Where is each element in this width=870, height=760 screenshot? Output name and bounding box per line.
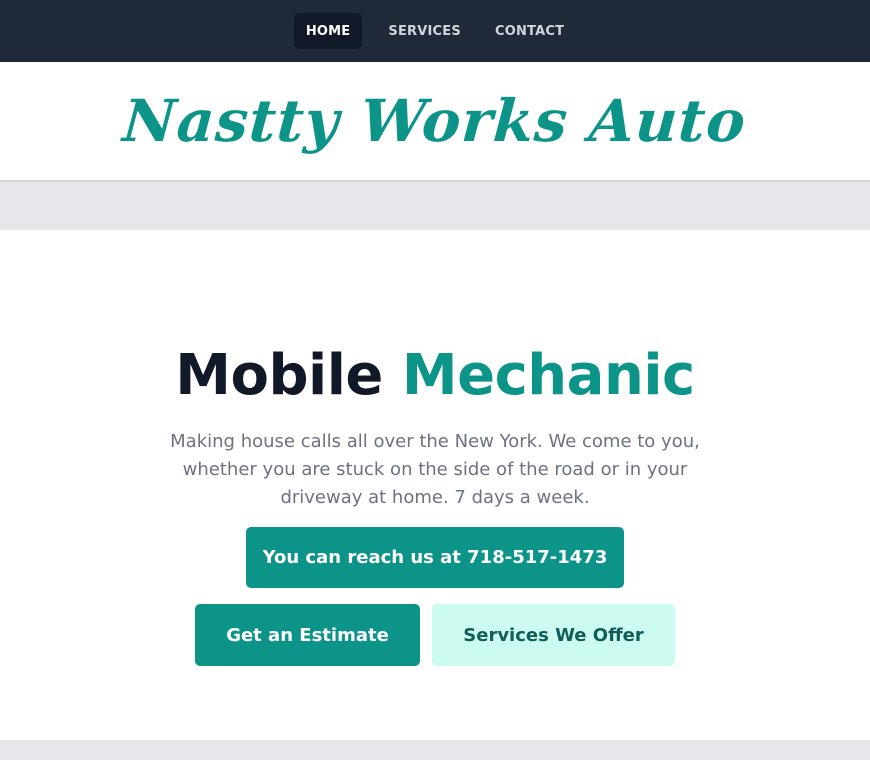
hero-description: Making house calls all over the New York…: [170, 431, 700, 508]
get-estimate-button[interactable]: Get an Estimate: [195, 604, 420, 666]
hero-title-plain: Mobile: [175, 343, 383, 408]
hero-title-accent: Mechanic: [401, 343, 695, 408]
nav-home-link[interactable]: HOME: [293, 13, 363, 49]
nav-services-link[interactable]: SERVICES: [376, 13, 473, 49]
section-divider-bottom: [0, 740, 870, 760]
brand-logo-text: Nastty Works Auto: [121, 87, 749, 155]
call-phone-button[interactable]: You can reach us at 718-517-1473: [246, 527, 624, 588]
hero-title: Mobile Mechanic: [175, 343, 695, 408]
top-navbar: HOME SERVICES CONTACT: [0, 0, 870, 62]
brand-banner: Nastty Works Auto: [0, 62, 870, 182]
cta-button-row: Get an Estimate Services We Offer: [195, 604, 675, 666]
services-offer-button[interactable]: Services We Offer: [432, 604, 675, 666]
section-divider-top: [0, 182, 870, 230]
nav-contact-link[interactable]: CONTACT: [483, 13, 576, 49]
hero-section: Mobile Mechanic Making house calls all o…: [0, 230, 870, 740]
